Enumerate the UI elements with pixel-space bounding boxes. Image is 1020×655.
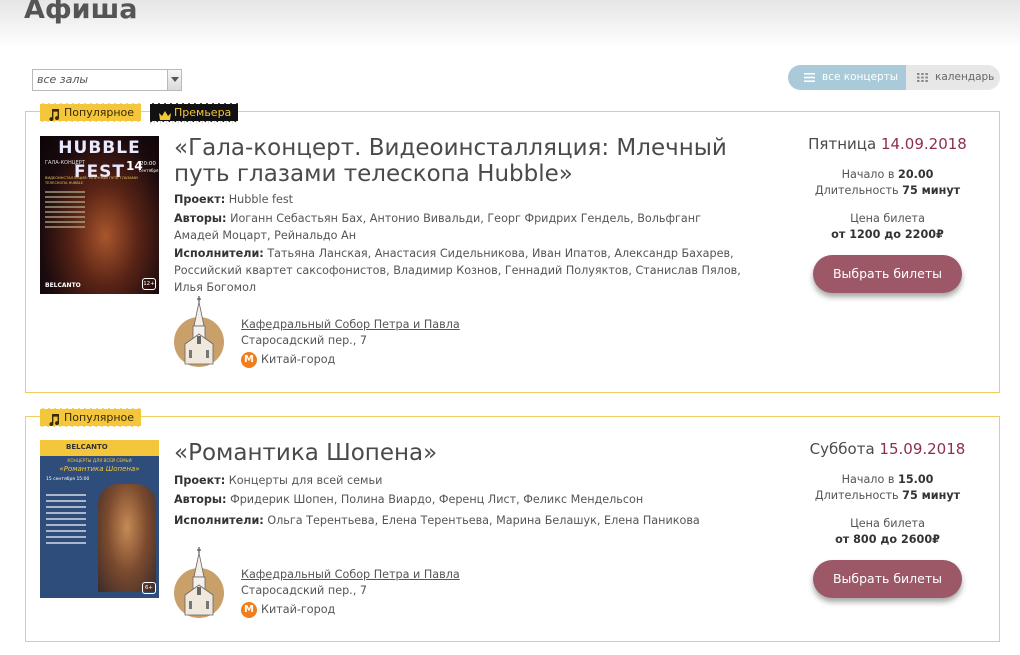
event-poster[interactable]: BELCANTO КОНЦЕРТЫ ДЛЯ ВСЕЙ СЕМЬИ «Романт…	[40, 440, 159, 608]
event-duration: Длительность 75 минут	[795, 183, 980, 199]
event-start: Начало в 15.00	[795, 472, 980, 488]
duration-value: 75 минут	[902, 184, 961, 197]
badge-label: Премьера	[174, 106, 232, 119]
page-header: Афиша	[0, 0, 1020, 48]
cathedral-icon	[174, 296, 224, 368]
poster-sub: ГАЛА-КОНЦЕРТ	[45, 160, 85, 166]
project-value: Концерты для всей семьи	[228, 474, 383, 487]
hall-select[interactable]: все залы	[32, 69, 182, 91]
view-all-concerts-button[interactable]: все концерты	[788, 65, 906, 90]
event-schedule: Суббота 15.09.2018 Начало в 15.00 Длител…	[795, 440, 980, 548]
event-start: Начало в 20.00	[795, 167, 980, 183]
price-label: Цена билета	[850, 212, 925, 225]
page-title: Афиша	[24, 0, 138, 25]
poster-date-line: 15 сентября 15:00	[46, 477, 90, 482]
poster-credits	[45, 188, 85, 248]
view-all-concerts-label: все концерты	[822, 71, 899, 83]
authors-label: Авторы:	[174, 212, 227, 225]
performers-label: Исполнители:	[174, 247, 264, 260]
poster-credits	[46, 490, 86, 548]
crown-icon	[159, 106, 171, 129]
event-date: Пятница 14.09.2018	[795, 135, 980, 153]
venue-link[interactable]: Кафедральный Собор Петра и Павла	[241, 318, 460, 331]
event-performers: Исполнители: Татьяна Ланская, Анастасия …	[174, 245, 744, 296]
buy-tickets-button[interactable]: Выбрать билеты	[813, 255, 962, 293]
price-range: от 1200 до 2200₽	[831, 228, 944, 241]
duration-label: Длительность	[814, 489, 899, 502]
performers-label: Исполнители:	[174, 514, 264, 527]
project-value: Hubble fest	[228, 193, 294, 206]
poster-desc: ВИДЕОИНСТАЛЛЯЦИЯ: МЛЕЧНЫЙ ПУТЬ ГЛАЗАМИ Т…	[45, 176, 138, 185]
start-label: Начало в	[841, 168, 895, 181]
poster-age: 6+	[142, 582, 156, 594]
poster-headline: «Романтика Шопена»	[59, 465, 140, 473]
badge-premiere: Премьера	[150, 101, 239, 124]
list-icon	[804, 73, 815, 85]
price-range: от 800 до 2600₽	[835, 533, 940, 546]
event-weekday: Суббота	[809, 440, 875, 458]
event-date: Суббота 15.09.2018	[795, 440, 980, 458]
view-calendar-label: календарь	[935, 71, 995, 83]
metro-icon: M	[241, 602, 257, 618]
poster-brand: BELCANTO	[45, 282, 81, 289]
badge-popular: Популярное	[40, 101, 142, 124]
event-date-value: 15.09.2018	[879, 440, 966, 458]
authors-value: Фридерик Шопен, Полина Виардо, Ференц Ли…	[230, 493, 644, 506]
event-duration: Длительность 75 минут	[795, 488, 980, 504]
project-label: Проект:	[174, 193, 226, 206]
badge-label: Популярное	[64, 106, 135, 119]
project-label: Проект:	[174, 474, 226, 487]
event-title[interactable]: «Романтика Шопена»	[174, 440, 734, 466]
view-toggle: все концерты календарь	[788, 65, 1000, 90]
event-poster[interactable]: HUBBLE FEST ГАЛА-КОНЦЕРТ 14 20:00 сентяб…	[40, 136, 159, 302]
music-note-icon	[49, 106, 60, 129]
event-schedule: Пятница 14.09.2018 Начало в 20.00 Длител…	[795, 135, 980, 243]
poster-headline: HUBBLE FEST	[58, 138, 141, 182]
buy-tickets-button[interactable]: Выбрать билеты	[813, 560, 962, 598]
event-project: Проект: Hubble fest	[174, 191, 744, 208]
event-authors: Авторы: Иоганн Себастьян Бах, Антонио Ви…	[174, 210, 744, 244]
metro-name: Китай-город	[261, 603, 336, 616]
badge-popular: Популярное	[40, 406, 142, 429]
poster-brand: BELCANTO	[66, 443, 108, 451]
event-authors: Авторы: Фридерик Шопен, Полина Виардо, Ф…	[174, 491, 744, 508]
poster-age: 12+	[142, 278, 156, 290]
venue-address: Старосадский пер., 7	[241, 334, 367, 347]
venue-link[interactable]: Кафедральный Собор Петра и Павла	[241, 568, 460, 581]
price-label: Цена билета	[850, 517, 925, 530]
metro-name: Китай-город	[261, 353, 336, 366]
poster-sub: КОНЦЕРТЫ ДЛЯ ВСЕЙ СЕМЬИ	[67, 458, 132, 463]
duration-label: Длительность	[814, 184, 899, 197]
cathedral-icon	[174, 547, 224, 619]
poster-footer	[40, 598, 159, 608]
authors-label: Авторы:	[174, 493, 227, 506]
start-value: 20.00	[898, 168, 934, 181]
calendar-grid-icon	[917, 73, 928, 85]
event-performers: Исполнители: Ольга Терентьева, Елена Тер…	[174, 512, 744, 529]
poster-month: сентября	[139, 168, 159, 173]
start-label: Начало в	[841, 473, 895, 486]
performers-value: Ольга Терентьева, Елена Терентьева, Мари…	[267, 514, 700, 527]
poster-time: 20:00	[140, 161, 156, 167]
authors-value: Иоганн Себастьян Бах, Антонио Вивальди, …	[174, 212, 701, 242]
metro-icon: M	[241, 352, 257, 368]
price-value: от 800 до 2600₽	[795, 532, 980, 548]
duration-value: 75 минут	[902, 489, 961, 502]
view-calendar-button[interactable]: календарь	[906, 65, 1000, 90]
hall-select-value: все залы	[37, 73, 89, 86]
event-date-value: 14.09.2018	[880, 135, 967, 153]
poster-painting	[98, 484, 156, 592]
event-project: Проект: Концерты для всей семьи	[174, 472, 744, 489]
chevron-down-icon[interactable]	[167, 70, 181, 90]
event-title[interactable]: «Гала-концерт. Видеоинсталляция: Млечный…	[174, 135, 734, 187]
start-value: 15.00	[898, 473, 934, 486]
price-value: от 1200 до 2200₽	[795, 227, 980, 243]
venue-address: Старосадский пер., 7	[241, 584, 367, 597]
event-weekday: Пятница	[808, 135, 877, 153]
badge-label: Популярное	[64, 411, 135, 424]
music-note-icon	[49, 411, 60, 434]
poster-footer	[40, 294, 159, 302]
